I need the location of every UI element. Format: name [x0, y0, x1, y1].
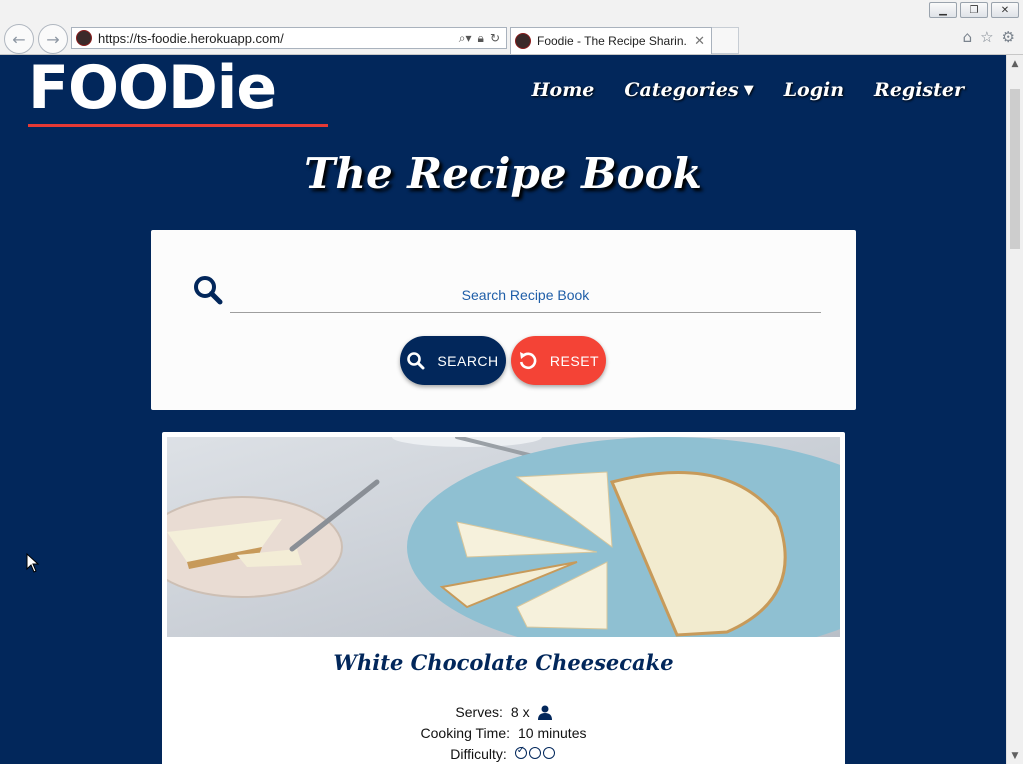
main-nav: Home Categories ▼ Login Register — [532, 79, 964, 101]
recipe-difficulty: Difficulty: — [162, 745, 845, 762]
nav-categories[interactable]: Categories ▼ — [624, 79, 753, 101]
search-icon — [194, 276, 223, 305]
difficulty-rating — [514, 745, 557, 762]
nav-login[interactable]: Login — [784, 79, 844, 101]
close-window-button[interactable]: ✕ — [991, 2, 1019, 18]
restore-button[interactable]: ❐ — [960, 2, 988, 18]
chevron-down-icon: ▼ — [743, 82, 754, 98]
page-title: The Recipe Book — [304, 149, 702, 198]
serves-value: 8 x — [510, 704, 530, 720]
new-tab-button[interactable] — [712, 27, 739, 54]
favorites-star-icon[interactable]: ☆ — [980, 28, 993, 46]
nav-register[interactable]: Register — [874, 79, 964, 101]
minimize-button[interactable]: ▁ — [929, 2, 957, 18]
tab-favicon — [515, 33, 531, 49]
refresh-icon[interactable]: ↻ — [490, 31, 500, 45]
scroll-up-icon[interactable]: ▲ — [1007, 55, 1023, 72]
back-arrow-icon: ← — [12, 29, 26, 49]
forward-arrow-icon: → — [46, 29, 60, 49]
difficulty-label: Difficulty: — [450, 746, 507, 762]
mouse-cursor-icon — [26, 553, 40, 573]
settings-gear-icon[interactable]: ⚙ — [1002, 28, 1015, 46]
home-icon[interactable]: ⌂ — [963, 28, 973, 46]
user-icon — [537, 705, 552, 720]
tab-title: Foodie - The Recipe Sharin... — [537, 34, 689, 48]
tab-close-icon[interactable]: ✕ — [688, 34, 711, 49]
browser-tab-active[interactable]: Foodie - The Recipe Sharin... ✕ — [510, 27, 712, 54]
search-button-icon — [407, 351, 425, 369]
site-favicon — [76, 30, 92, 46]
logo-text: FOODie — [28, 55, 277, 123]
back-button[interactable]: ← — [4, 24, 34, 54]
page-viewport: FOODie Home Categories ▼ Login Register … — [0, 55, 1006, 764]
lock-icon[interactable]: 🔒︎ — [478, 31, 484, 46]
recipe-cooking-time: Cooking Time: 10 minutes — [162, 725, 845, 741]
nav-home[interactable]: Home — [532, 79, 595, 101]
difficulty-empty-circle-icon — [542, 747, 555, 759]
recipe-serves: Serves: 8 x — [162, 704, 845, 720]
search-button-label: SEARCH — [437, 352, 499, 369]
search-dropdown-icon[interactable]: ⌕▾ — [459, 31, 472, 46]
browser-chrome: ▁ ❐ ✕ ← → https://ts-foodie.herokuapp.co… — [0, 0, 1023, 55]
recipe-title[interactable]: White Chocolate Cheesecake — [162, 650, 845, 675]
reset-button-label: RESET — [549, 352, 600, 369]
recipe-card[interactable]: White Chocolate Cheesecake Serves: 8 x C… — [162, 432, 845, 764]
scrollbar-thumb[interactable] — [1010, 89, 1020, 249]
cooking-time-value: 10 minutes — [518, 725, 587, 741]
difficulty-check-circle-icon — [514, 745, 527, 759]
address-bar[interactable]: https://ts-foodie.herokuapp.com/ ⌕▾ 🔒︎ ↻ — [71, 27, 507, 49]
site-logo[interactable]: FOODie — [28, 55, 330, 128]
logo-underline — [28, 124, 328, 127]
window-controls: ▁ ❐ ✕ — [929, 2, 1019, 18]
scroll-down-icon[interactable]: ▼ — [1007, 747, 1023, 764]
vertical-scrollbar[interactable]: ▲ ▼ — [1006, 55, 1023, 764]
search-input[interactable] — [230, 278, 821, 313]
recipe-image[interactable] — [167, 437, 840, 637]
difficulty-empty-circle-icon — [528, 747, 541, 759]
undo-icon — [519, 351, 537, 369]
forward-button[interactable]: → — [38, 24, 68, 54]
reset-button[interactable]: RESET — [511, 336, 606, 385]
search-button[interactable]: SEARCH — [400, 336, 506, 385]
address-text[interactable]: https://ts-foodie.herokuapp.com/ — [98, 31, 459, 46]
search-card: SEARCH RESET — [151, 230, 856, 410]
nav-categories-label: Categories — [624, 79, 739, 101]
cooking-time-label: Cooking Time: — [420, 725, 510, 741]
serves-label: Serves: — [455, 704, 503, 720]
